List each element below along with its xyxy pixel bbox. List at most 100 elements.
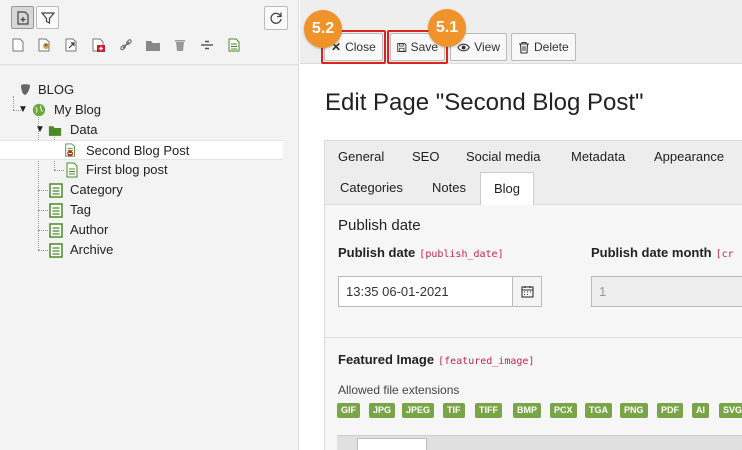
extension-badge: TIF xyxy=(443,403,465,418)
extension-list: GIF JPG JPEG TIF TIFF BMP PCX TGA PNG PD… xyxy=(337,403,742,419)
publish-month-label-text: Publish date month xyxy=(591,245,712,260)
site-root-globe-icon xyxy=(32,103,46,117)
extension-badge: PCX xyxy=(550,403,577,418)
calendar-icon xyxy=(520,286,534,298)
tree-node-label: First blog post xyxy=(86,162,168,177)
folder-icon xyxy=(48,126,62,136)
tab-appearance[interactable]: Appearance xyxy=(641,141,737,172)
tag-page-icon xyxy=(49,203,63,218)
extension-badge: PDF xyxy=(657,403,683,418)
step-badge-save: 5.1 xyxy=(428,9,466,47)
recycler-icon[interactable] xyxy=(172,36,188,54)
typo3-logo-icon xyxy=(21,84,30,95)
tab-social-media[interactable]: Social media xyxy=(453,141,553,172)
tab-notes[interactable]: Notes xyxy=(419,172,479,203)
view-label: View xyxy=(474,40,500,54)
category-page-icon xyxy=(49,183,63,198)
tree-node-label: Data xyxy=(70,122,98,137)
save-icon xyxy=(397,42,407,52)
section-divider xyxy=(325,337,742,338)
extension-badge: TGA xyxy=(585,403,612,418)
page-title: Edit Page "Second Blog Post" xyxy=(325,89,644,116)
tree-node-label: Archive xyxy=(70,242,114,257)
publish-month-field-name: [cr xyxy=(715,249,734,260)
extension-badge: TIFF xyxy=(475,403,502,418)
archive-page-icon xyxy=(49,243,63,258)
allowed-extensions-label: Allowed file extensions xyxy=(338,383,460,397)
extension-badge: BMP xyxy=(513,403,541,418)
expand-caret-icon[interactable]: ▼ xyxy=(35,120,45,140)
docheader: ✕ Close Save View Delete 5.2 5.1 xyxy=(300,0,742,64)
publish-date-field-name: [publish_date] xyxy=(419,249,504,260)
page-tree-panel: BLOG ▼ My Blog ▼ Data Second Blog Post F… xyxy=(0,0,299,450)
filter-button[interactable] xyxy=(36,6,59,29)
page-icon xyxy=(66,162,78,178)
image-thumbnail[interactable] xyxy=(357,438,427,450)
publish-month-label: Publish date month [cr xyxy=(591,245,734,260)
featured-image-field-name: [featured_image] xyxy=(438,356,535,367)
tree-toolbar-separator xyxy=(0,64,299,65)
extension-badge: SVG xyxy=(719,403,742,418)
tree-node-label: Tag xyxy=(70,202,91,217)
tree-node-tag[interactable]: Tag xyxy=(0,200,299,220)
page-hidden-icon xyxy=(65,143,75,157)
author-page-icon xyxy=(49,223,63,238)
image-reference-area xyxy=(337,435,742,450)
extension-badge: GIF xyxy=(337,403,360,418)
tree-root-label: BLOG xyxy=(38,82,75,97)
tab-blog[interactable]: Blog xyxy=(480,172,535,205)
publish-date-label-text: Publish date xyxy=(338,245,416,260)
tab-bar: General SEO Social media Metadata Appear… xyxy=(324,140,742,205)
tree-root[interactable]: BLOG xyxy=(0,80,299,100)
tree-node-label: Category xyxy=(70,182,123,197)
calendar-button[interactable] xyxy=(512,276,542,307)
eye-icon xyxy=(457,43,470,51)
backend-user-section-icon[interactable] xyxy=(37,36,53,54)
shortcut-icon[interactable] xyxy=(64,36,80,54)
featured-image-label: Featured Image [featured_image] xyxy=(338,352,534,367)
link-icon[interactable] xyxy=(118,36,134,54)
expand-caret-icon[interactable]: ▼ xyxy=(18,100,28,120)
tree-node-author[interactable]: Author xyxy=(0,220,299,240)
step-badge-close: 5.2 xyxy=(304,10,342,48)
doktype-toolbar xyxy=(8,36,288,56)
refresh-icon xyxy=(270,12,282,24)
tree-node-label: Author xyxy=(70,222,109,237)
tab-categories[interactable]: Categories xyxy=(327,172,416,203)
menu-separator-icon[interactable] xyxy=(226,36,242,54)
delete-button[interactable]: Delete xyxy=(511,33,576,61)
section-title: Publish date xyxy=(338,217,421,234)
standard-page-icon[interactable] xyxy=(10,36,26,54)
extension-badge: PNG xyxy=(620,403,648,418)
extension-badge: JPG xyxy=(369,403,396,418)
tab-seo[interactable]: SEO xyxy=(399,141,452,172)
featured-image-label-text: Featured Image xyxy=(338,352,435,367)
refresh-tree-button[interactable] xyxy=(264,6,288,30)
tab-metadata[interactable]: Metadata xyxy=(558,141,638,172)
tree-node-my-blog[interactable]: ▼ My Blog xyxy=(0,100,299,120)
folder-icon[interactable] xyxy=(145,36,161,54)
close-label: Close xyxy=(345,40,376,54)
tree-node-second-blog-post[interactable]: Second Blog Post xyxy=(0,140,283,160)
publish-date-label: Publish date [publish_date] xyxy=(338,245,504,260)
tree-node-first-blog-post[interactable]: First blog post xyxy=(0,160,299,180)
external-link-icon[interactable] xyxy=(91,36,107,54)
delete-label: Delete xyxy=(534,40,569,54)
tab-general[interactable]: General xyxy=(325,141,397,172)
tree-node-label: Second Blog Post xyxy=(86,143,190,158)
publish-date-input[interactable]: 13:35 06-01-2021 xyxy=(338,276,514,307)
divider-icon[interactable] xyxy=(199,36,215,54)
trash-icon xyxy=(519,41,529,54)
edit-form-area: Edit Page "Second Blog Post" General SEO… xyxy=(300,65,742,450)
extension-badge: AI xyxy=(692,403,709,418)
new-page-button[interactable] xyxy=(11,6,34,29)
filter-icon xyxy=(40,11,55,24)
extension-badge: JPEG xyxy=(402,403,435,418)
new-page-icon xyxy=(16,10,29,25)
publish-month-input: 1 xyxy=(591,276,742,307)
tree-node-data[interactable]: ▼ Data xyxy=(0,120,299,140)
tree-toolbar xyxy=(0,0,299,34)
tree-node-label: My Blog xyxy=(54,102,101,117)
tree-node-archive[interactable]: Archive xyxy=(0,240,299,260)
tree-node-category[interactable]: Category xyxy=(0,180,299,200)
